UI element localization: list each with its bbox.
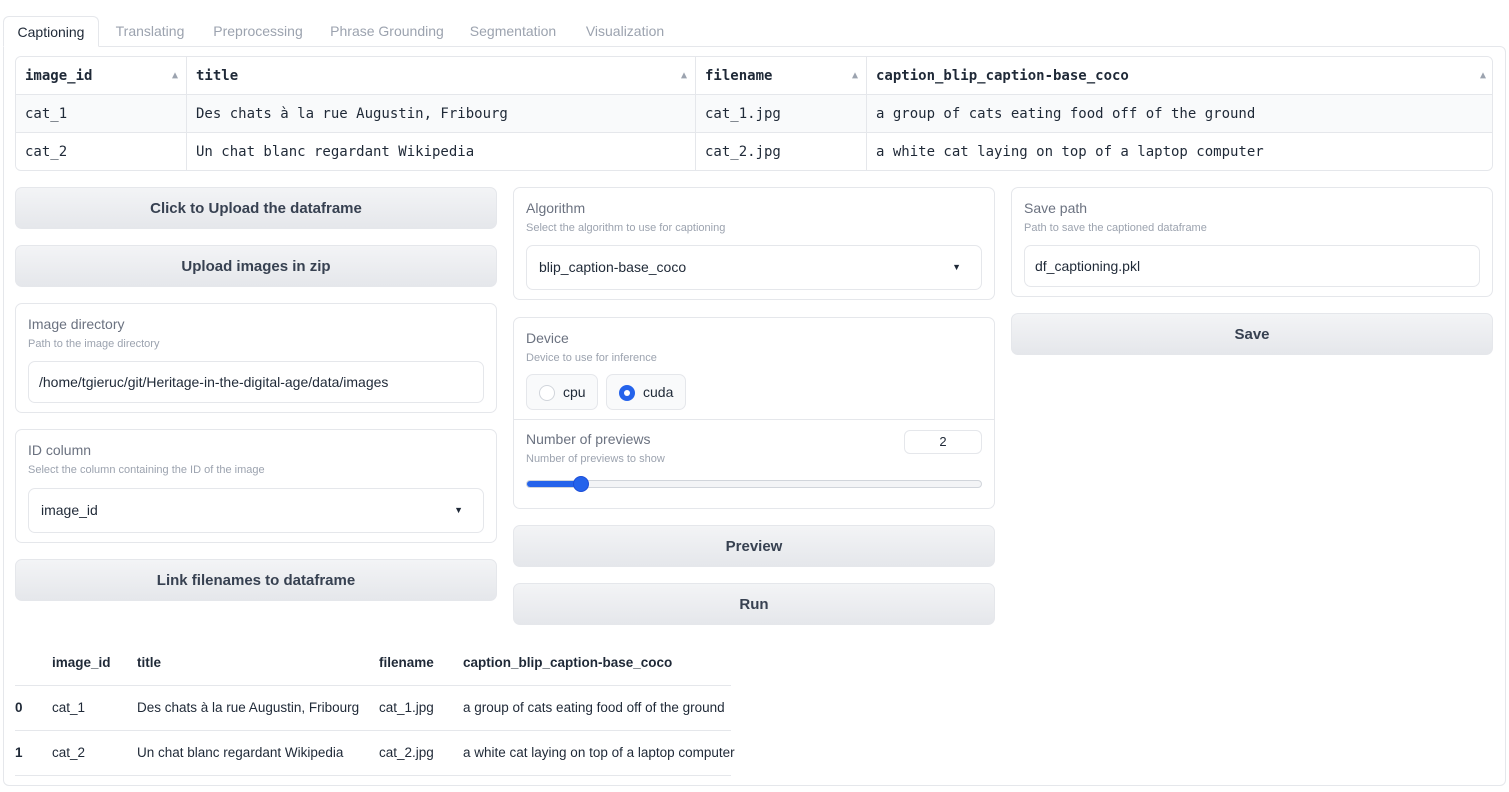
algorithm-label: Algorithm [526,200,586,216]
input-dataframe: image_id ▲ title ▲ filename ▲ caption_bl… [15,56,1493,171]
result-column-header: caption_blip_caption-base_coco [463,655,673,670]
device-option-label: cpu [563,384,586,400]
table-cell[interactable]: a white cat laying on top of a laptop co… [867,133,1492,170]
radio-checked-icon [619,385,635,401]
dataframe-header-row: image_id ▲ title ▲ filename ▲ caption_bl… [16,57,1492,95]
row-index: 0 [15,700,23,715]
result-column-header: filename [379,655,434,670]
device-label: Device [526,330,569,346]
table-cell[interactable]: Des chats à la rue Augustin, Fribourg [187,95,696,133]
tab-visualization[interactable]: Visualization [571,16,679,47]
device-option-cpu[interactable]: cpu [526,374,598,410]
column-header-label: caption_blip_caption-base_coco [876,68,1129,84]
tab-captioning[interactable]: Captioning [3,16,99,47]
image-directory-info: Path to the image directory [28,338,160,350]
link-filenames-button[interactable]: Link filenames to dataframe [15,559,497,601]
table-cell: a white cat laying on top of a laptop co… [463,745,735,760]
column-header-filename[interactable]: filename ▲ [696,57,867,95]
table-row: 0 cat_1 Des chats à la rue Augustin, Fri… [15,686,731,731]
column-header-label: title [196,68,239,84]
tab-phrase-grounding[interactable]: Phrase Grounding [319,16,455,47]
tab-bar: Captioning Translating Preprocessing Phr… [3,16,1505,47]
previews-slider-thumb[interactable] [572,476,589,492]
result-column-header: image_id [52,655,111,670]
device-option-cuda[interactable]: cuda [606,374,686,410]
table-cell[interactable]: a group of cats eating food off of the g… [867,95,1492,133]
table-row: 1 cat_2 Un chat blanc regardant Wikipedi… [15,731,735,776]
sort-ascending-icon[interactable]: ▲ [681,57,687,95]
id-column-value: image_id [41,502,98,518]
upload-dataframe-button[interactable]: Click to Upload the dataframe [15,187,497,229]
upload-zip-button[interactable]: Upload images in zip [15,245,497,287]
table-cell: cat_2 [52,745,86,760]
table-cell: Des chats à la rue Augustin, Fribourg [137,700,360,715]
save-path-block: Save path Path to save the captioned dat… [1011,187,1493,297]
table-cell[interactable]: cat_2 [16,133,187,170]
sort-ascending-icon[interactable]: ▲ [852,57,858,95]
result-column-header: title [137,655,162,670]
save-path-info: Path to save the captioned dataframe [1024,222,1207,234]
chevron-down-icon: ▼ [454,505,463,515]
save-path-input[interactable]: df_captioning.pkl [1024,245,1480,287]
image-directory-label: Image directory [28,316,125,332]
id-column-dropdown[interactable]: image_id ▼ [28,488,484,533]
table-cell: Un chat blanc regardant Wikipedia [137,745,344,760]
device-option-label: cuda [643,384,674,400]
tab-translating[interactable]: Translating [103,16,197,47]
radio-unchecked-icon [539,385,555,401]
table-cell[interactable]: cat_1 [16,95,187,133]
previews-label: Number of previews [526,431,651,447]
row-index: 1 [15,745,23,760]
id-column-label: ID column [28,442,92,458]
id-column-info: Select the column containing the ID of t… [28,464,265,476]
table-cell: a group of cats eating food off of the g… [463,700,725,715]
table-cell: cat_1.jpg [379,700,434,715]
tab-preprocessing[interactable]: Preprocessing [201,16,315,47]
column-header-caption[interactable]: caption_blip_caption-base_coco ▲ [867,57,1492,95]
algorithm-dropdown[interactable]: blip_caption-base_coco ▼ [526,245,982,290]
run-button[interactable]: Run [513,583,995,625]
column-header-label: filename [705,68,773,84]
algorithm-block: Algorithm Select the algorithm to use fo… [513,187,995,300]
previews-slider-track[interactable] [526,480,982,488]
save-path-label: Save path [1024,200,1088,216]
table-cell: cat_2.jpg [379,745,434,760]
sort-ascending-icon[interactable]: ▲ [172,57,178,95]
previews-number-input[interactable]: 2 [904,430,982,454]
save-button[interactable]: Save [1011,313,1493,355]
table-cell: cat_1 [52,700,86,715]
table-cell[interactable]: cat_1.jpg [696,95,867,133]
image-directory-input[interactable]: /home/tgieruc/git/Heritage-in-the-digita… [28,361,484,403]
image-directory-block: Image directory Path to the image direct… [15,303,497,413]
chevron-down-icon: ▼ [952,262,961,272]
table-cell[interactable]: cat_2.jpg [696,133,867,170]
table-cell[interactable]: Un chat blanc regardant Wikipedia [187,133,696,170]
table-row: cat_1 Des chats à la rue Augustin, Fribo… [16,95,1492,133]
tab-segmentation[interactable]: Segmentation [459,16,567,47]
previews-info: Number of previews to show [526,453,665,465]
sort-ascending-icon[interactable]: ▲ [1480,57,1486,95]
table-row: cat_2 Un chat blanc regardant Wikipedia … [16,133,1492,170]
id-column-block: ID column Select the column containing t… [15,429,497,543]
column-header-title[interactable]: title ▲ [187,57,696,95]
column-header-label: image_id [25,68,93,84]
device-previews-block: Device Device to use for inference cpu c… [513,317,995,509]
device-info: Device to use for inference [526,352,657,364]
preview-button[interactable]: Preview [513,525,995,567]
column-header-image-id[interactable]: image_id ▲ [16,57,187,95]
divider [514,419,994,420]
result-table: image_id title filename caption_blip_cap… [15,641,735,776]
result-header-row: image_id title filename caption_blip_cap… [15,641,731,686]
algorithm-value: blip_caption-base_coco [539,259,687,275]
algorithm-info: Select the algorithm to use for captioni… [526,222,726,234]
